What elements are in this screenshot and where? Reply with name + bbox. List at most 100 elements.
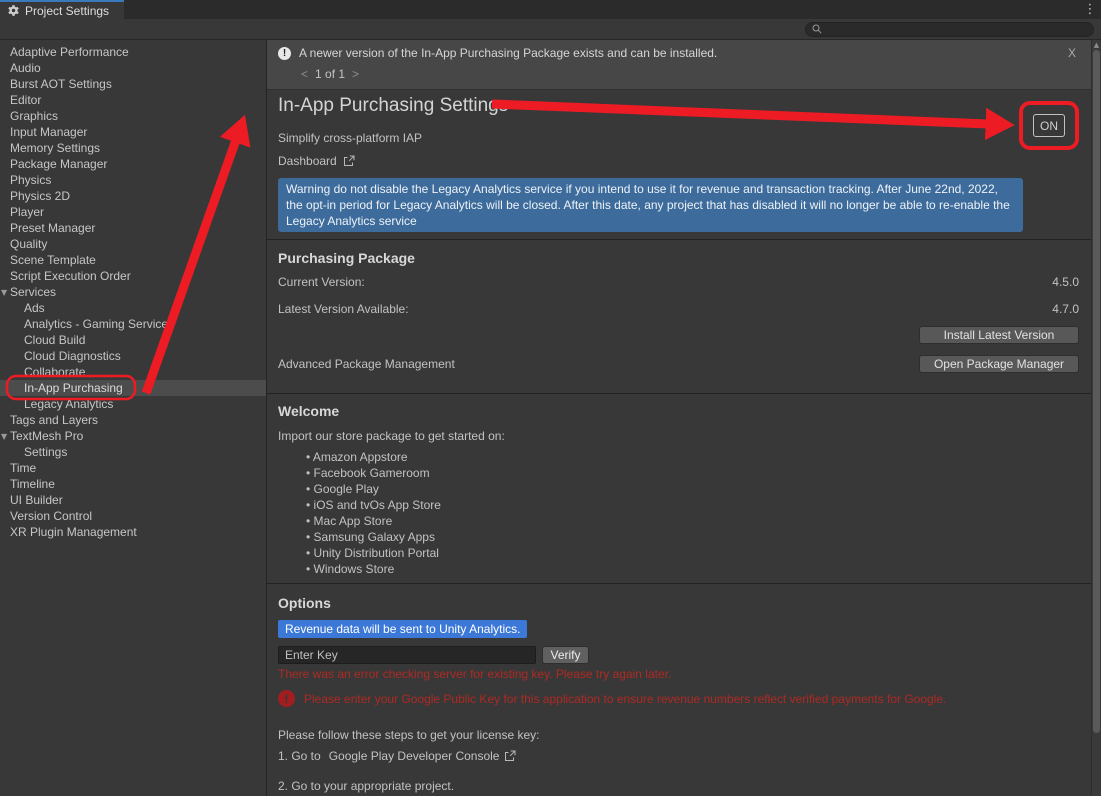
tab-project-settings[interactable]: Project Settings: [0, 0, 124, 19]
sidebar-item[interactable]: ▼ Audio: [0, 60, 266, 76]
google-key-input[interactable]: [278, 646, 536, 664]
open-package-manager-button[interactable]: Open Package Manager: [919, 355, 1079, 373]
sidebar-item[interactable]: ▼ XR Plugin Management: [0, 524, 266, 540]
step1-prefix: 1. Go to: [278, 749, 321, 763]
sidebar-item-label: Quality: [10, 237, 47, 251]
current-version-value: 4.5.0: [1052, 275, 1079, 289]
store-list-item: Google Play: [278, 481, 1079, 497]
banner-message: A newer version of the In-App Purchasing…: [299, 46, 1055, 60]
sidebar-item-label: Collaborate: [24, 365, 85, 379]
sidebar-item[interactable]: ▼ In-App Purchasing: [0, 380, 266, 396]
scrollbar-thumb[interactable]: [1093, 50, 1100, 733]
sidebar-item[interactable]: ▼ Timeline: [0, 476, 266, 492]
sidebar-item[interactable]: ▼ Memory Settings: [0, 140, 266, 156]
sidebar-item-label: Physics 2D: [10, 189, 70, 203]
main-area: ▼ Adaptive Performance ▼ Audio ▼ Burst A…: [0, 40, 1101, 796]
dashboard-link-label: Dashboard: [278, 154, 337, 168]
sidebar-item[interactable]: ▼ Graphics: [0, 108, 266, 124]
chevron-expanded-icon[interactable]: ▼: [1, 285, 7, 301]
sidebar-item-label: UI Builder: [10, 493, 63, 507]
analytics-note-badge: Revenue data will be sent to Unity Analy…: [278, 620, 527, 638]
store-list-item: Windows Store: [278, 561, 1079, 577]
sidebar-item[interactable]: ▼ Services: [0, 284, 266, 300]
sidebar-item[interactable]: ▼ Player: [0, 204, 266, 220]
search-field[interactable]: [805, 22, 1094, 37]
sidebar-item[interactable]: ▼ Input Manager: [0, 124, 266, 140]
external-link-icon: [504, 750, 516, 762]
page-subtitle: Simplify cross-platform IAP: [278, 131, 1079, 145]
pager-next-button[interactable]: >: [352, 67, 359, 81]
notification-banner: ! A newer version of the In-App Purchasi…: [267, 40, 1091, 90]
sidebar-item-label: Adaptive Performance: [10, 45, 129, 59]
banner-close-button[interactable]: X: [1063, 46, 1081, 60]
sidebar-item[interactable]: ▼ Analytics - Gaming Services: [0, 316, 266, 332]
pager-prev-button[interactable]: <: [301, 67, 308, 81]
license-steps-intro: Please follow these steps to get your li…: [278, 728, 1079, 742]
sidebar-item[interactable]: ▼ Cloud Diagnostics: [0, 348, 266, 364]
sidebar-item[interactable]: ▼ Legacy Analytics: [0, 396, 266, 412]
sidebar-item[interactable]: ▼ TextMesh Pro: [0, 428, 266, 444]
dashboard-link[interactable]: Dashboard: [278, 154, 355, 168]
sidebar-item[interactable]: ▼ Physics 2D: [0, 188, 266, 204]
google-play-console-link[interactable]: Google Play Developer Console: [329, 749, 500, 763]
sidebar-item[interactable]: ▼ Scene Template: [0, 252, 266, 268]
page-title: In-App Purchasing Settings: [278, 95, 1079, 117]
window-tab-bar: Project Settings ⋮: [0, 0, 1101, 19]
sidebar-item-label: Time: [10, 461, 36, 475]
sidebar-item[interactable]: ▼ Collaborate: [0, 364, 266, 380]
sidebar-item[interactable]: ▼ Ads: [0, 300, 266, 316]
sidebar-item-list: ▼ Adaptive Performance ▼ Audio ▼ Burst A…: [0, 44, 266, 540]
sidebar-item-label: Analytics - Gaming Services: [24, 317, 174, 331]
sidebar-item[interactable]: ▼ Time: [0, 460, 266, 476]
settings-toolbar: [0, 19, 1101, 40]
latest-version-row: Latest Version Available: 4.7.0: [278, 302, 1079, 316]
server-error-text: There was an error checking server for e…: [278, 667, 1079, 681]
sidebar-item-label: TextMesh Pro: [10, 429, 83, 443]
sidebar-item[interactable]: ▼ Burst AOT Settings: [0, 76, 266, 92]
welcome-section: Welcome Import our store package to get …: [267, 394, 1091, 584]
kebab-menu-icon[interactable]: ⋮: [1079, 0, 1101, 19]
welcome-intro: Import our store package to get started …: [278, 429, 1079, 443]
current-version-row: Current Version: 4.5.0: [278, 275, 1079, 289]
sidebar-item[interactable]: ▼ Script Execution Order: [0, 268, 266, 284]
license-step-1: 1. Go to Google Play Developer Console: [278, 749, 1079, 763]
sidebar-item[interactable]: ▼ Package Manager: [0, 156, 266, 172]
sidebar-item-label: Preset Manager: [10, 221, 95, 235]
sidebar-item-label: Services: [10, 285, 56, 299]
sidebar-item[interactable]: ▼ Version Control: [0, 508, 266, 524]
sidebar-item[interactable]: ▼ Settings: [0, 444, 266, 460]
store-list: Amazon Appstore Facebook Gameroom Google…: [278, 449, 1079, 577]
sidebar-item[interactable]: ▼ Cloud Build: [0, 332, 266, 348]
purchasing-package-section: Purchasing Package Current Version: 4.5.…: [267, 240, 1091, 394]
sidebar-item-label: Audio: [10, 61, 41, 75]
sidebar-item[interactable]: ▼ Quality: [0, 236, 266, 252]
sidebar-item[interactable]: ▼ UI Builder: [0, 492, 266, 508]
latest-version-label: Latest Version Available:: [278, 302, 409, 316]
vertical-scrollbar[interactable]: ▲: [1091, 40, 1101, 796]
sidebar-item[interactable]: ▼ Adaptive Performance: [0, 44, 266, 60]
store-list-item: Facebook Gameroom: [278, 465, 1079, 481]
iap-settings-header-section: In-App Purchasing Settings Simplify cros…: [267, 90, 1091, 240]
sidebar-item-label: Settings: [24, 445, 67, 459]
sidebar-item-label: Ads: [24, 301, 45, 315]
sidebar-item-label: Script Execution Order: [10, 269, 131, 283]
legacy-analytics-warning: Warning do not disable the Legacy Analyt…: [278, 178, 1023, 232]
chevron-expanded-icon[interactable]: ▼: [1, 429, 7, 445]
store-list-item: Samsung Galaxy Apps: [278, 529, 1079, 545]
sidebar-item-label: Cloud Diagnostics: [24, 349, 121, 363]
google-key-warning-text: Please enter your Google Public Key for …: [304, 692, 946, 706]
install-latest-version-button[interactable]: Install Latest Version: [919, 326, 1079, 344]
sidebar-item[interactable]: ▼ Editor: [0, 92, 266, 108]
iap-toggle-on-button[interactable]: ON: [1033, 114, 1065, 137]
verify-button[interactable]: Verify: [542, 646, 589, 664]
sidebar-item-label: Editor: [10, 93, 41, 107]
search-input[interactable]: [826, 23, 1087, 35]
sidebar-item-label: Graphics: [10, 109, 58, 123]
sidebar-item[interactable]: ▼ Physics: [0, 172, 266, 188]
sidebar-item[interactable]: ▼ Tags and Layers: [0, 412, 266, 428]
sidebar-item-label: Scene Template: [10, 253, 96, 267]
advanced-package-management-row: Advanced Package Management Open Package…: [278, 355, 1079, 373]
sidebar-item[interactable]: ▼ Preset Manager: [0, 220, 266, 236]
scrollbar-up-arrow-icon[interactable]: ▲: [1092, 40, 1101, 50]
error-circle-icon: !: [278, 690, 295, 707]
